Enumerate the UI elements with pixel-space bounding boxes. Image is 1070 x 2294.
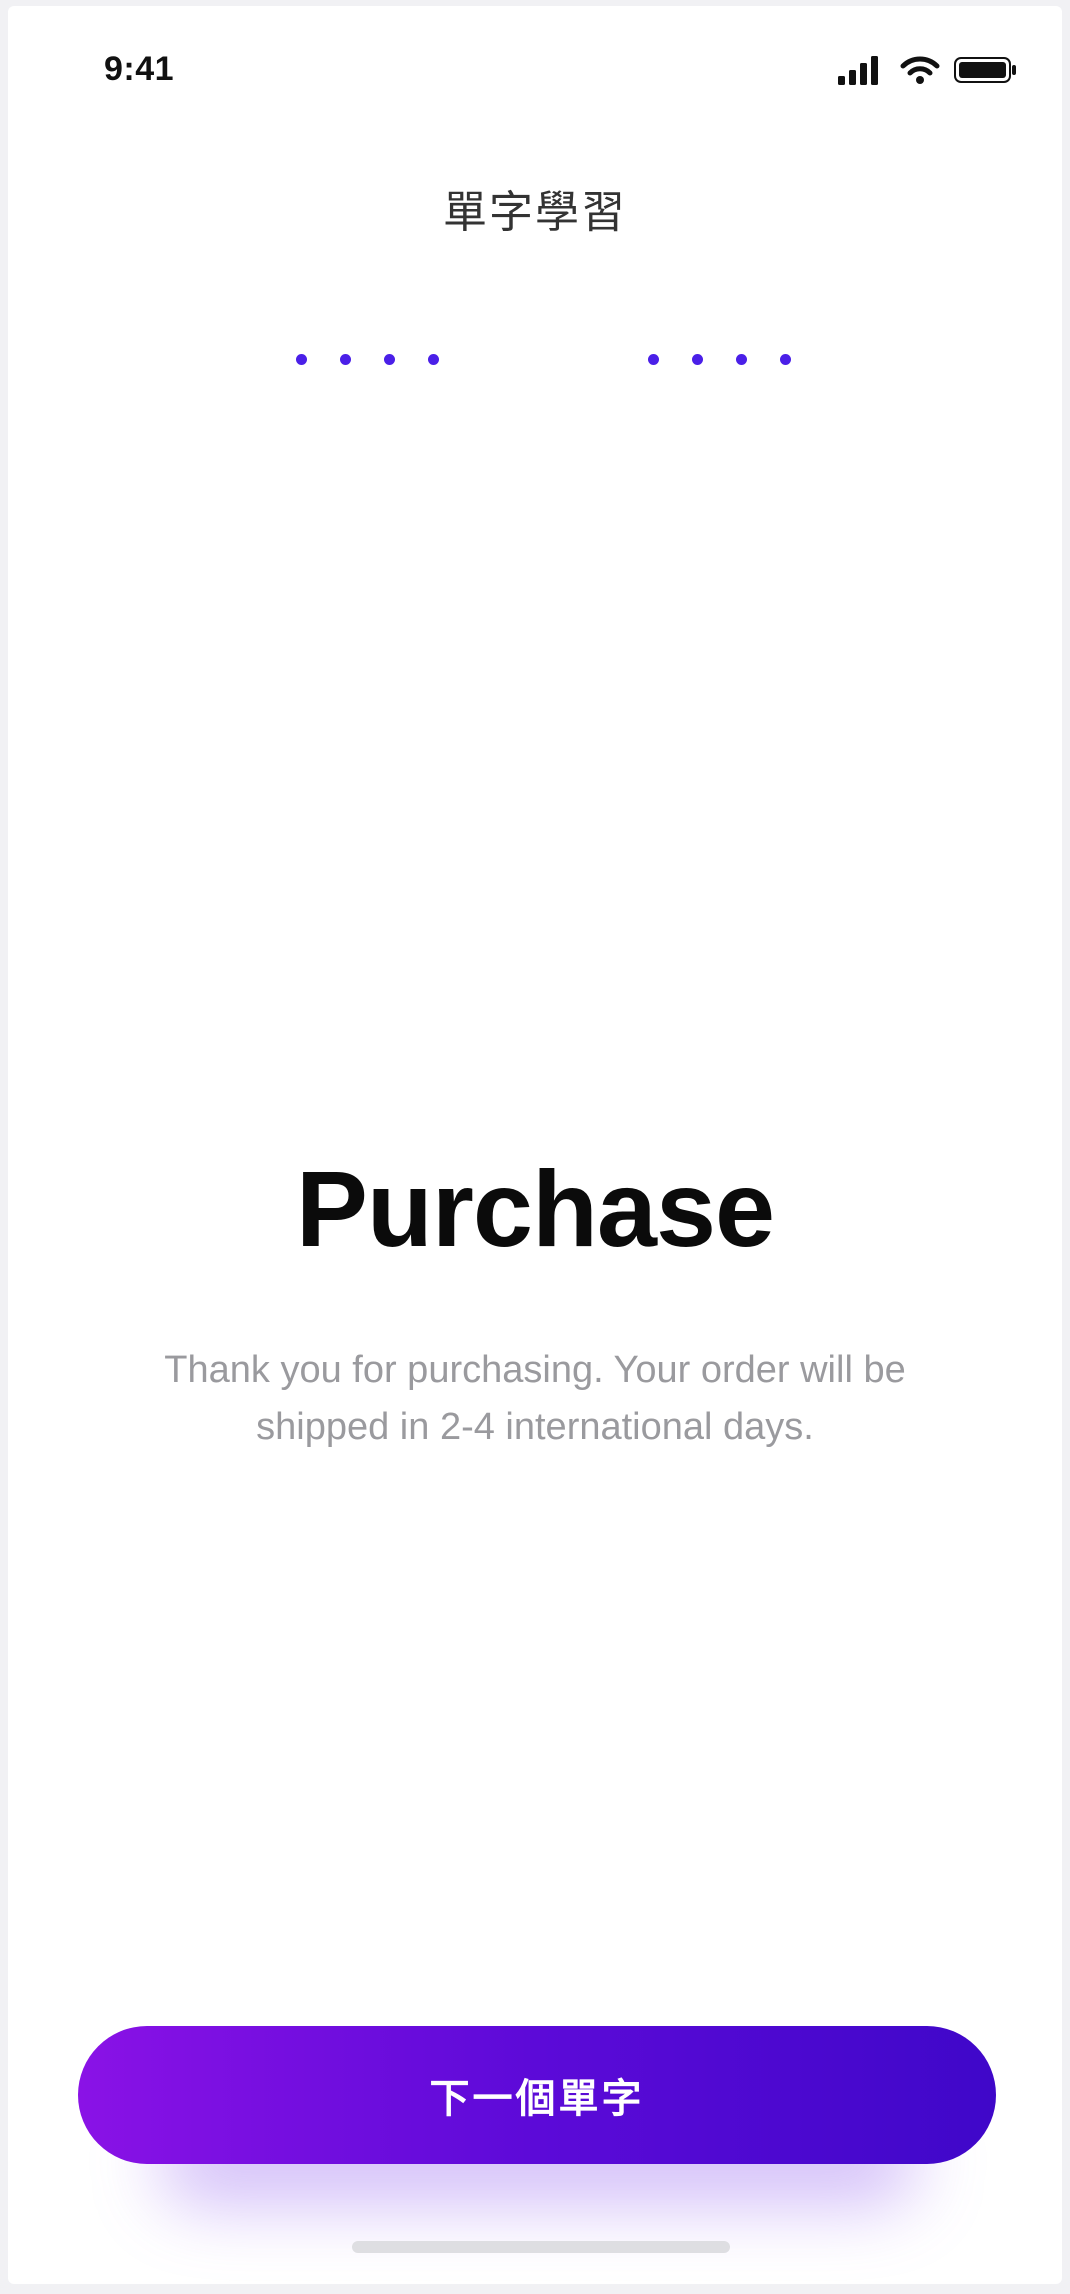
next-word-button[interactable]: 下一個單字: [78, 2026, 996, 2164]
phone-screen: 9:41 單字學習 Purchase Thank you for purchas…: [8, 6, 1062, 2284]
progress-dots-left: [296, 354, 439, 366]
progress-dot: [692, 354, 703, 365]
progress-dot: [428, 354, 439, 365]
progress-dot: [736, 354, 747, 365]
wifi-icon: [900, 55, 940, 85]
cellular-signal-icon: [838, 55, 886, 85]
progress-dot: [296, 354, 307, 365]
progress-dot: [340, 354, 351, 365]
word-title: Purchase: [295, 1148, 775, 1269]
status-icons: [838, 52, 1018, 88]
progress-dot: [780, 354, 791, 365]
status-time: 9:41: [104, 50, 175, 88]
progress-dot: [648, 354, 659, 365]
battery-icon: [954, 55, 1018, 85]
word-description: Thank you for purchasing. Your order wil…: [164, 1349, 906, 1448]
page-title: 單字學習: [443, 187, 627, 238]
progress-dots-right: [648, 354, 791, 366]
progress-dot: [384, 354, 395, 365]
next-word-button-label: 下一個單字: [429, 2076, 645, 2122]
home-indicator[interactable]: [352, 2241, 730, 2253]
